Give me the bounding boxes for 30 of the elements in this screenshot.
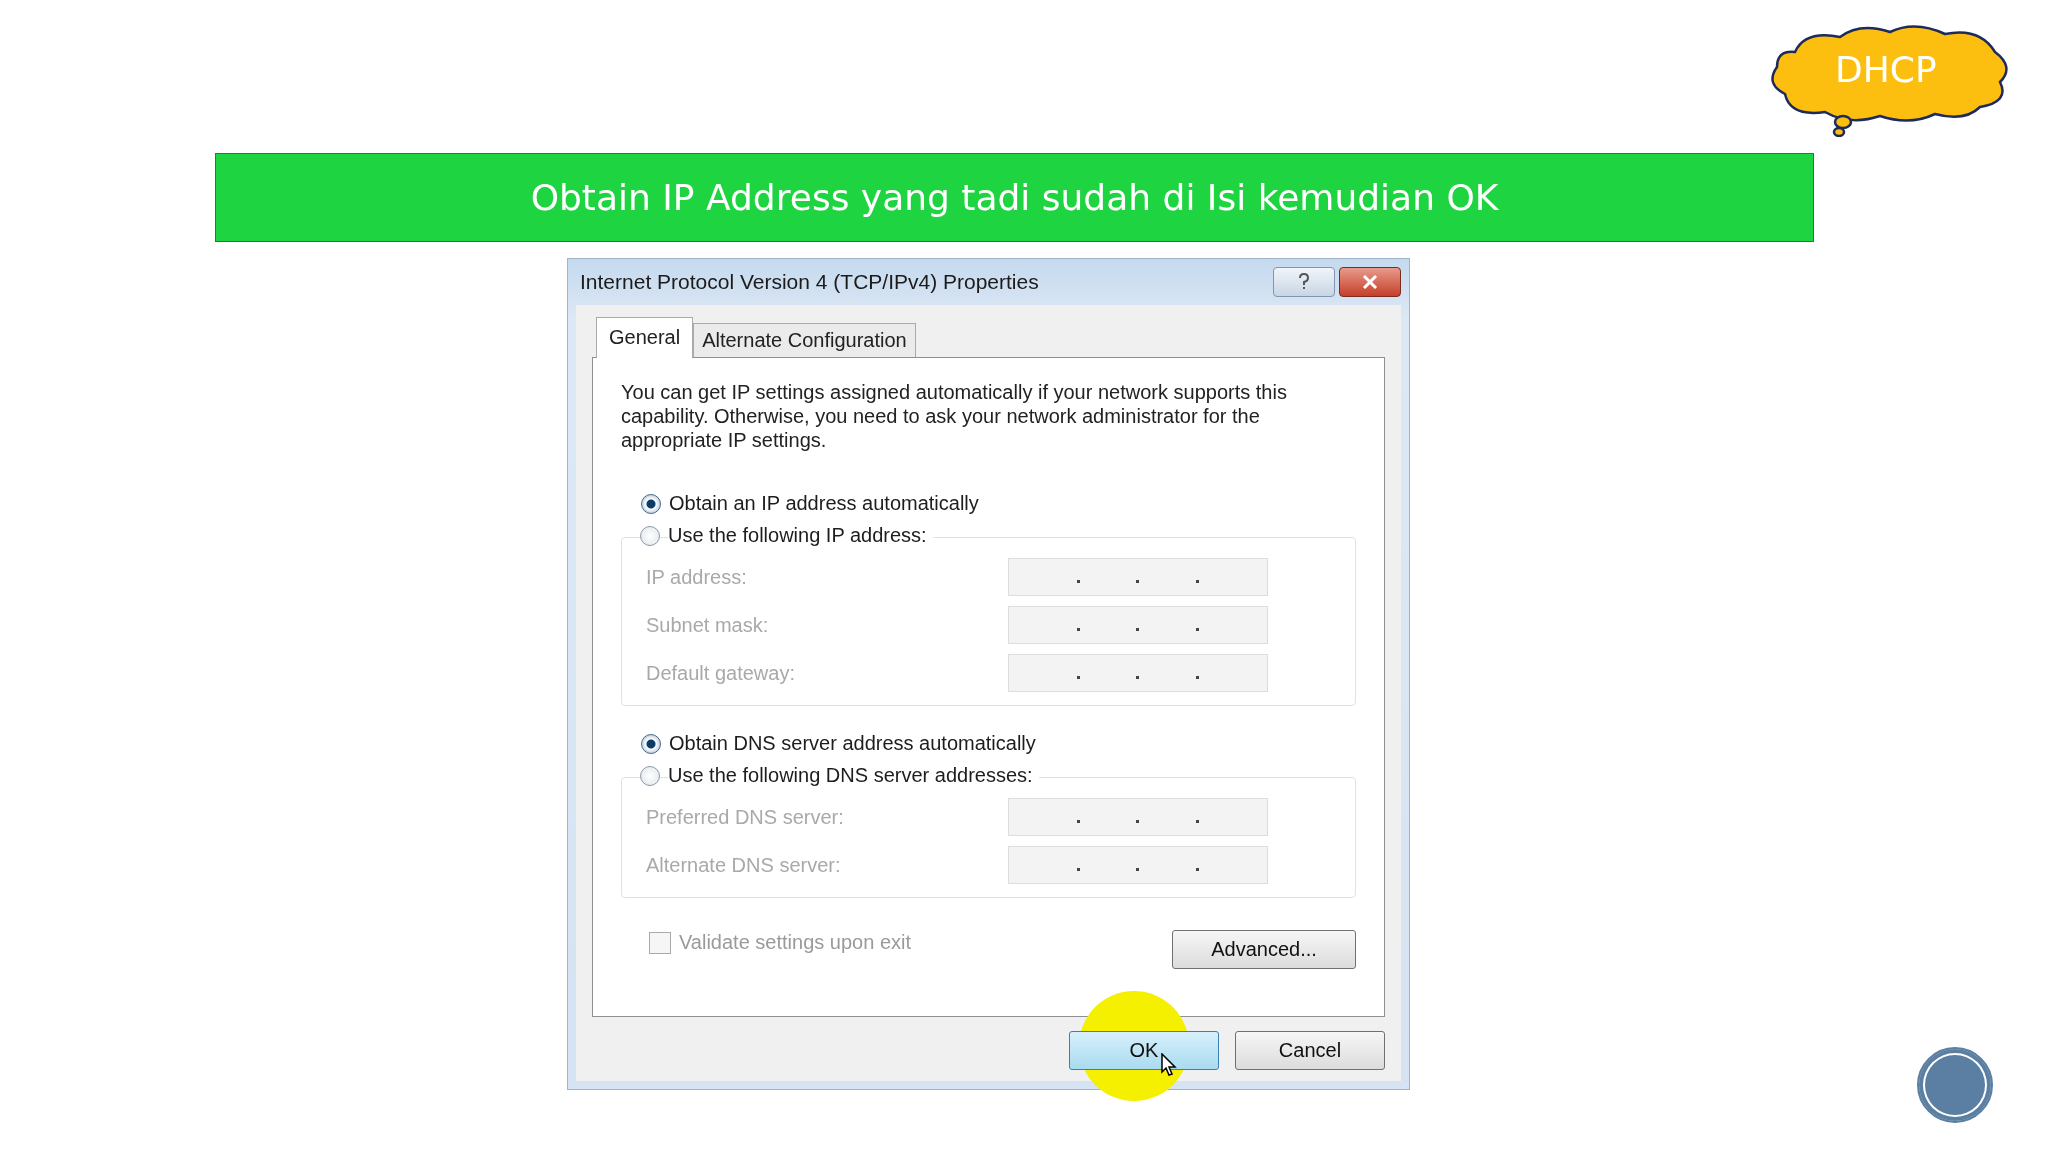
- radio-label[interactable]: Use the following DNS server addresses:: [668, 764, 1039, 787]
- tab[interactable]: Alternate Configuration: [693, 323, 916, 357]
- tab[interactable]: General: [596, 317, 694, 358]
- ip-address-field[interactable]: [1008, 558, 1268, 596]
- banner: Obtain IP Address yang tadi sudah di Isi kemudian OK: [215, 153, 1814, 242]
- field-label: Subnet mask:: [646, 613, 770, 637]
- cursor-icon: [1161, 1053, 1177, 1077]
- ip-address-field[interactable]: [1008, 846, 1268, 884]
- advanced-button[interactable]: Advanced...: [1172, 930, 1356, 969]
- radio-button[interactable]: [640, 525, 660, 546]
- field-label: Default gateway:: [646, 661, 796, 685]
- description-text: You can get IP settings assigned automatically if your network supports this capability. Otherwise, you need to ask your network administrator for the appropriate IP settings.: [621, 380, 1288, 452]
- radio-label[interactable]: Use the following IP address:: [668, 524, 933, 547]
- help-button[interactable]: [1273, 267, 1335, 297]
- ip-address-field[interactable]: [1008, 606, 1268, 644]
- field-label: Alternate DNS server:: [646, 853, 842, 877]
- radio-button[interactable]: [641, 493, 661, 514]
- ok-button[interactable]: OK: [1069, 1031, 1219, 1070]
- ip-address-field[interactable]: [1008, 798, 1268, 836]
- question-mark-icon: [1297, 273, 1311, 291]
- field-label: Preferred DNS server:: [646, 805, 845, 829]
- window-title: Internet Protocol Version 4 (TCP/IPv4) Properties: [580, 270, 1039, 294]
- cancel-button[interactable]: Cancel: [1235, 1031, 1385, 1070]
- field-label: IP address:: [646, 565, 748, 589]
- callout-text: DHCP: [1835, 49, 1937, 90]
- close-button[interactable]: [1339, 267, 1401, 297]
- radio-button[interactable]: [640, 765, 660, 786]
- radio-button[interactable]: [641, 733, 661, 754]
- close-icon: [1362, 275, 1378, 289]
- ip-address-field[interactable]: [1008, 654, 1268, 692]
